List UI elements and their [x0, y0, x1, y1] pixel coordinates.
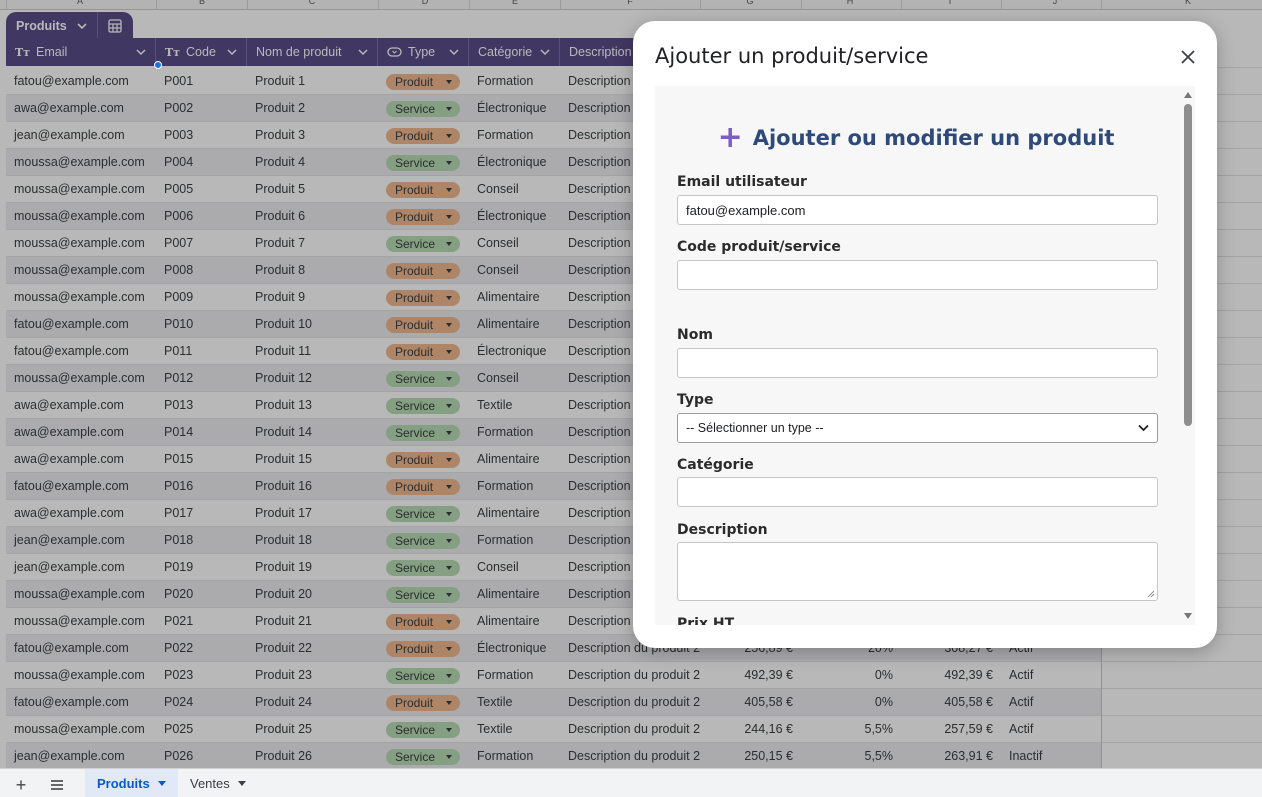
form-scrollbar[interactable]	[1180, 86, 1195, 625]
description-textarea[interactable]	[677, 542, 1158, 601]
email-field[interactable]	[677, 195, 1158, 225]
selection-handle[interactable]	[154, 61, 162, 69]
description-label: Description	[677, 522, 768, 538]
chevron-down-icon	[1138, 424, 1149, 432]
plus-icon[interactable]: +	[8, 775, 34, 795]
nom-label: Nom	[677, 327, 713, 343]
dialog-title: Ajouter un produit/service	[655, 44, 929, 68]
scroll-thumb[interactable]	[1184, 104, 1192, 426]
sheet-tab-ventes[interactable]: Ventes	[178, 769, 258, 797]
nom-field[interactable]	[677, 348, 1158, 378]
type-label: Type	[677, 392, 714, 408]
code-field[interactable]	[677, 260, 1158, 290]
chevron-down-icon	[237, 781, 246, 786]
sheet-tabs-bar: + Produits Ventes	[0, 768, 1262, 797]
email-label: Email utilisateur	[677, 174, 807, 190]
scroll-up-icon[interactable]	[1184, 92, 1192, 98]
add-product-dialog: Ajouter un produit/service + Ajouter ou …	[633, 21, 1217, 648]
plus-icon: +	[717, 120, 743, 155]
scroll-down-icon[interactable]	[1184, 613, 1192, 619]
hamburger-icon[interactable]	[44, 775, 70, 795]
dialog-form-frame: + Ajouter ou modifier un produit Email u…	[655, 86, 1195, 625]
resize-grip-icon[interactable]	[1147, 590, 1155, 598]
code-label: Code produit/service	[677, 239, 841, 255]
type-select[interactable]: -- Sélectionner un type --	[677, 413, 1158, 443]
chevron-down-icon	[157, 781, 166, 786]
prix-label: Prix HT	[677, 616, 735, 625]
close-icon[interactable]	[1176, 45, 1200, 69]
form-heading: + Ajouter ou modifier un produit	[717, 120, 1115, 155]
sheet-tab-produits[interactable]: Produits	[85, 769, 178, 797]
categorie-field[interactable]	[677, 477, 1158, 507]
categorie-label: Catégorie	[677, 457, 754, 473]
